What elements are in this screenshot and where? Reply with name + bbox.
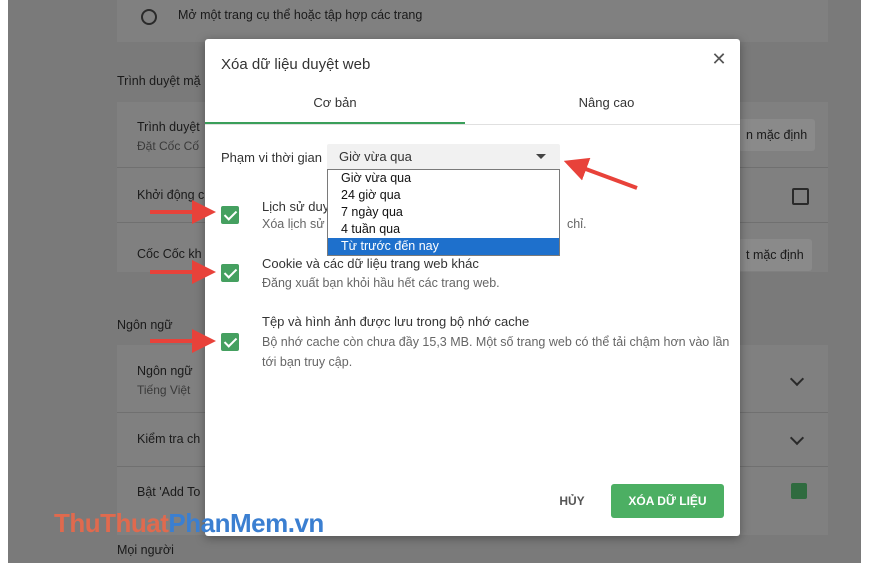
arrow-icon xyxy=(563,157,638,190)
annotation-arrows xyxy=(150,157,638,353)
watermark-logo: ThuThuatPhanMem.vn xyxy=(54,508,324,538)
